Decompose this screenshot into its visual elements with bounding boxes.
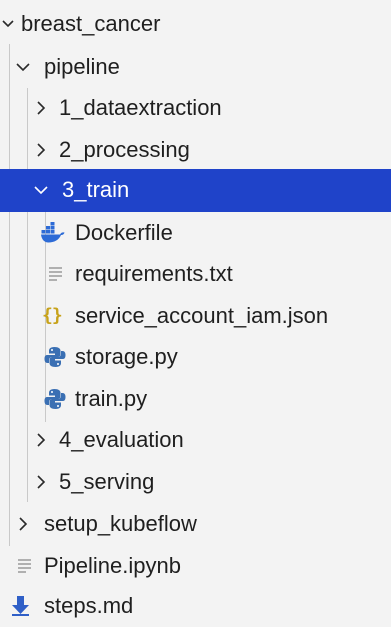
tree-item-label: setup_kubeflow [44,511,197,536]
tree-item-train-py[interactable]: train.py [0,378,391,420]
tree-item-label: requirements.txt [75,261,233,286]
tree-item-label: Dockerfile [75,220,173,245]
tree-item-3-train[interactable]: 3_train [0,169,391,212]
tree-item-label: Pipeline.ipynb [44,553,181,578]
chevron-right-icon [31,129,51,171]
docker-icon [40,212,65,254]
tree-item-label: pipeline [44,54,120,79]
chevron-right-icon [13,503,33,545]
chevron-right-icon [31,419,51,461]
tree-item-label: steps.md [44,593,134,618]
tree-item-label: 2_processing [59,137,190,162]
tree-item-label: 4_evaluation [59,427,184,452]
text-file-icon [17,545,41,587]
tree-item-requirements-txt[interactable]: requirements.txt [0,253,391,295]
chevron-right-icon [31,87,51,129]
python-icon [44,378,68,420]
tree-item-label: 1_dataextraction [59,95,222,120]
tree-item-label: service_account_iam.json [75,303,329,328]
tree-item-label: breast_cancer [21,11,161,36]
chevron-right-icon [31,461,51,503]
tree-item-label: storage.py [75,344,178,369]
tree-item-label: 3_train [62,177,130,202]
json-braces-icon: {} [42,305,63,326]
tree-item-label: 5_serving [59,469,155,494]
tree-item-pipeline-ipynb[interactable]: Pipeline.ipynb [0,545,391,587]
tree-item-steps-md[interactable]: steps.md [0,585,391,627]
python-icon [44,336,68,378]
tree-item-label: train.py [75,386,148,411]
chevron-down-icon [13,46,33,88]
markdown-download-icon [11,585,35,627]
chevron-down-icon [0,3,19,45]
tree-item-4-evaluation[interactable]: 4_evaluation [0,419,391,461]
tree-item-1-dataextraction[interactable]: 1_dataextraction [0,87,391,129]
tree-item-dockerfile[interactable]: Dockerfile [0,212,391,254]
text-file-icon [48,253,72,295]
tree-item-2-processing[interactable]: 2_processing [0,129,391,171]
tree-item-5-serving[interactable]: 5_serving [0,461,391,503]
tree-item-pipeline[interactable]: pipeline [0,46,391,88]
tree-item-breast-cancer[interactable]: breast_cancer [0,3,391,45]
tree-item-storage-py[interactable]: storage.py [0,336,391,378]
file-explorer-tree: breast_cancer pipeline 1_dataextraction … [0,0,391,626]
chevron-down-icon [31,169,51,211]
tree-item-setup-kubeflow[interactable]: setup_kubeflow [0,503,391,545]
tree-item-service-account-iam-json[interactable]: {} service_account_iam.json [0,295,391,337]
